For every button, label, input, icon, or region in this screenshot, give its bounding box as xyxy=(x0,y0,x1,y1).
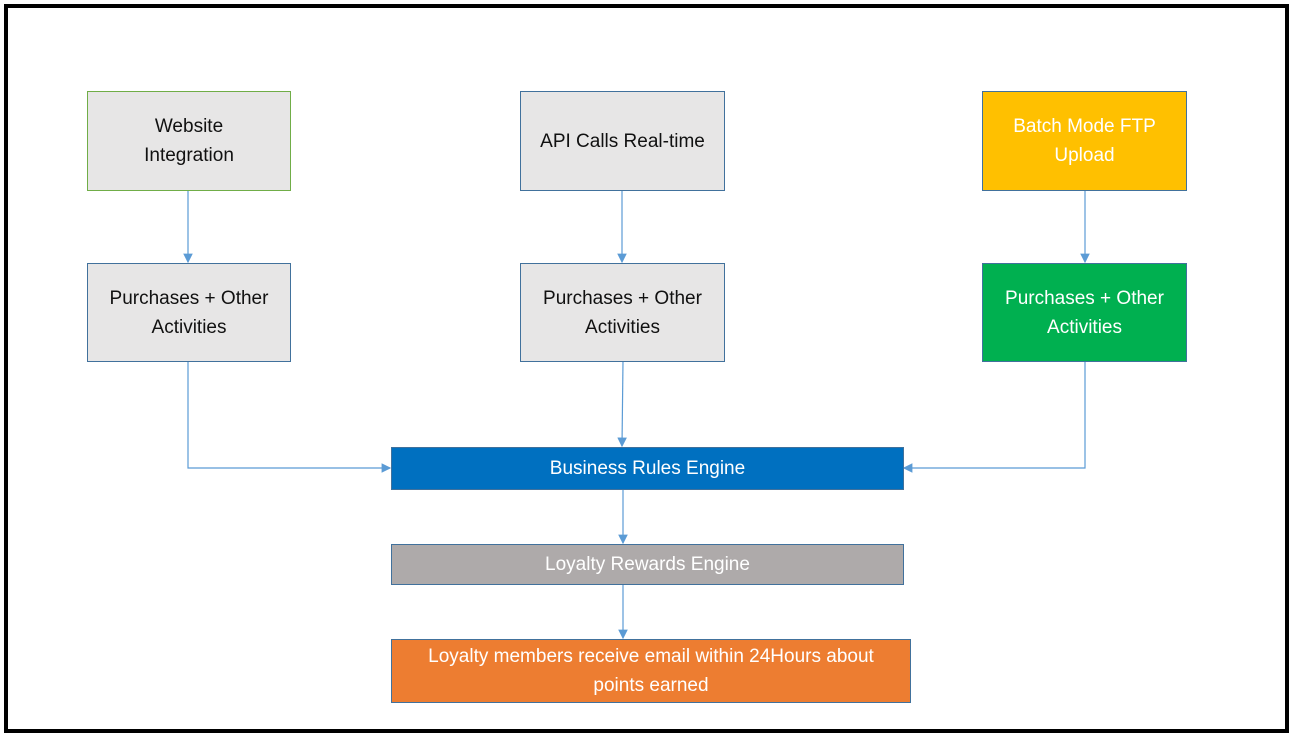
email-notice-label: Loyalty members receive email within 24H… xyxy=(428,646,874,696)
batch-ftp-box: Batch Mode FTP Upload xyxy=(982,91,1187,191)
purchases-label-3: Purchases + Other Activities xyxy=(1005,287,1164,338)
email-notice-box: Loyalty members receive email within 24H… xyxy=(391,639,911,703)
loyalty-rewards-label: Loyalty Rewards Engine xyxy=(545,554,750,575)
business-rules-engine-box: Business Rules Engine xyxy=(391,447,904,490)
purchases-label-2: Purchases + Other Activities xyxy=(543,287,702,338)
purchases-box-1: Purchases + Other Activities xyxy=(87,263,291,362)
batch-ftp-label: Batch Mode FTP Upload xyxy=(1013,116,1156,166)
purchases-label-1: Purchases + Other Activities xyxy=(109,287,269,338)
purchases-box-2: Purchases + Other Activities xyxy=(520,263,725,362)
website-integration-box: Website Integration xyxy=(87,91,291,191)
purchases-box-3: Purchases + Other Activities xyxy=(982,263,1187,362)
api-calls-box: API Calls Real-time xyxy=(520,91,725,191)
website-integration-label: Website Integration xyxy=(144,116,234,166)
arrow-purchases3-to-rules xyxy=(902,361,1086,473)
api-calls-label: API Calls Real-time xyxy=(540,130,705,152)
loyalty-rewards-engine-box: Loyalty Rewards Engine xyxy=(391,544,904,585)
arrow-purchases2-to-rules xyxy=(617,360,627,448)
business-rules-label: Business Rules Engine xyxy=(549,458,746,479)
arrow-purchases1-to-rules xyxy=(187,361,392,473)
